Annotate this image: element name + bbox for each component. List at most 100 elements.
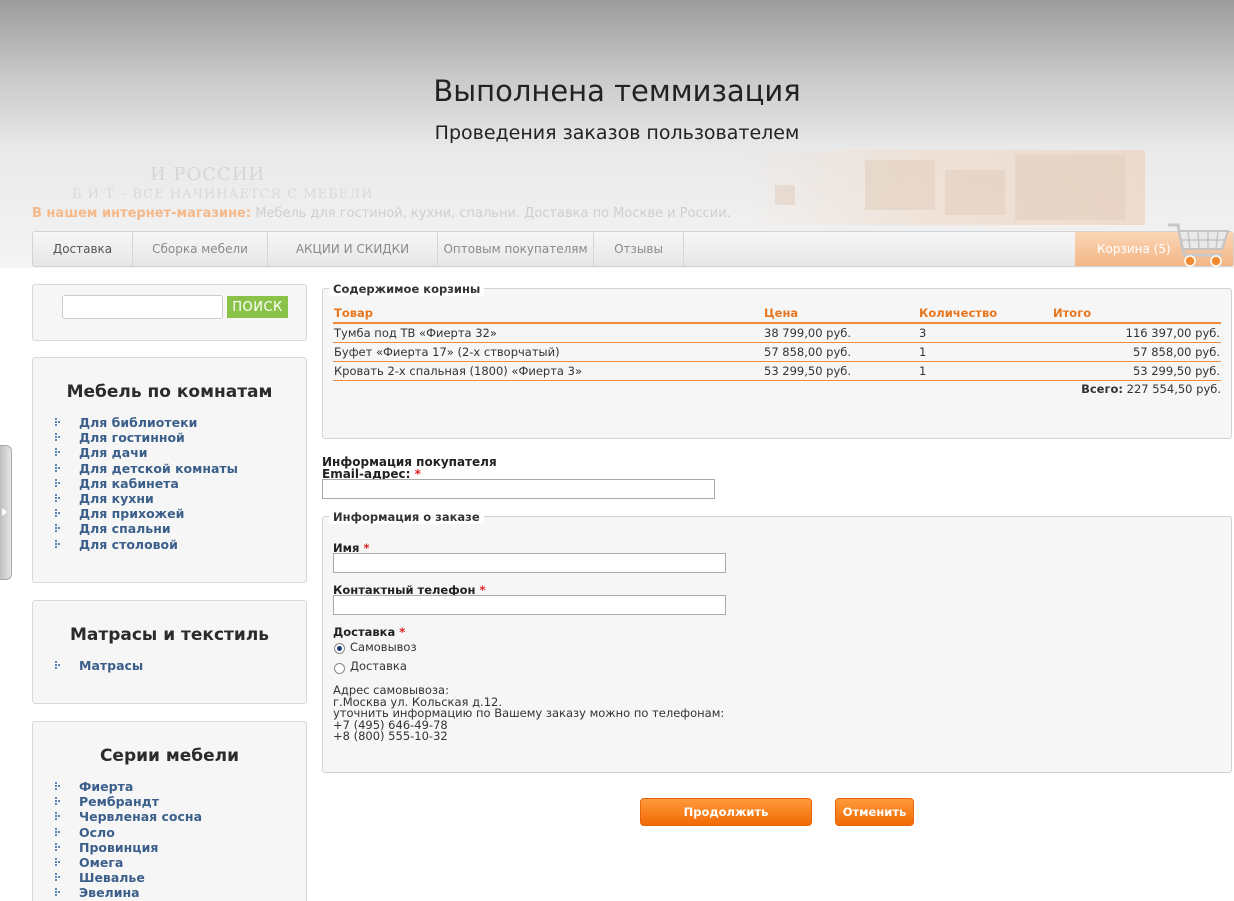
menu-item[interactable]: Для детской комнаты: [53, 461, 238, 476]
bullet-icon: [55, 782, 61, 791]
mattresses-menu-list: Матрасы: [53, 658, 143, 673]
menu-item[interactable]: Эвелина: [53, 885, 202, 900]
cart-total: Всего: 227 554,50 руб.: [1081, 382, 1221, 396]
menu-item-label[interactable]: Для детской комнаты: [79, 461, 238, 476]
tagline-text: Мебель для гостиной, кухни, спальни. Дос…: [251, 206, 731, 221]
menu-item-label[interactable]: Для кухни: [79, 491, 154, 506]
pickup-radio[interactable]: [334, 643, 345, 654]
menu-item-label[interactable]: Червленая сосна: [79, 809, 202, 824]
bullet-icon: [55, 797, 61, 806]
menu-item[interactable]: Для прихожей: [53, 506, 238, 521]
search-button[interactable]: ПОИСК: [227, 296, 288, 318]
series-menu-title: Серии мебели: [99, 746, 240, 766]
shop-tagline: В нашем интернет-магазине: Мебель для го…: [32, 206, 731, 221]
menu-item[interactable]: Осло: [53, 825, 202, 840]
menu-item-label[interactable]: Фиерта: [79, 779, 133, 794]
cart-price: 57 858,00 руб.: [763, 342, 918, 362]
col-product: Товар: [333, 304, 763, 324]
menu-item[interactable]: Матрасы: [53, 658, 143, 673]
cart-row: Тумба под ТВ «Фиерта 32» 38 799,00 руб. 3 1…: [333, 323, 1221, 343]
tagline-highlight: В нашем интернет-магазине:: [32, 206, 252, 221]
rooms-menu-title: Мебель по комнатам: [66, 382, 273, 402]
nav-reviews[interactable]: Отзывы: [594, 232, 684, 266]
menu-item-label[interactable]: Матрасы: [79, 658, 143, 673]
required-mark: *: [399, 625, 406, 639]
menu-item-label[interactable]: Для прихожей: [79, 506, 184, 521]
nav-wholesale[interactable]: Оптовым покупателям: [438, 232, 594, 266]
menu-item-label[interactable]: Эвелина: [79, 885, 140, 900]
page-subtitle: Проведения заказов пользователем: [434, 122, 800, 144]
menu-item[interactable]: Для спальни: [53, 521, 238, 536]
email-field[interactable]: [322, 479, 715, 499]
rooms-menu-list: Для библиотеки Для гостинной Для дачи Для д…: [53, 415, 238, 552]
cart-quantity: 1: [918, 342, 1052, 362]
menu-item[interactable]: Омега: [53, 855, 202, 870]
menu-item[interactable]: Фиерта: [53, 779, 202, 794]
continue-button[interactable]: Продолжить оформление: [640, 798, 812, 845]
bullet-icon: [55, 448, 61, 457]
bullet-icon: [55, 418, 61, 427]
menu-item[interactable]: Для библиотеки: [53, 415, 238, 430]
shopping-cart-icon[interactable]: [1166, 217, 1232, 269]
menu-item[interactable]: Для кабинета: [53, 476, 238, 491]
menu-item[interactable]: Рембрандт: [53, 794, 202, 809]
menu-item-label[interactable]: Шевалье: [79, 870, 145, 885]
menu-item[interactable]: Для дачи: [53, 445, 238, 460]
cart-price: 53 299,50 руб.: [763, 361, 918, 381]
nav-assembly[interactable]: Сборка мебели: [133, 232, 268, 266]
col-price: Цена: [763, 304, 918, 324]
site-header: И РОССИИ Б И Т – ВСЕ НАЧИНАЕТСЯ С МЕБЕЛИ…: [0, 0, 1234, 268]
nav-delivery[interactable]: Доставка: [33, 232, 133, 266]
menu-item-label[interactable]: Омега: [79, 855, 123, 870]
bullet-icon: [55, 812, 61, 821]
mattresses-menu-title: Матрасы и текстиль: [69, 625, 270, 645]
bullet-icon: [55, 524, 61, 533]
menu-item[interactable]: Червленая сосна: [53, 809, 202, 824]
cart-line-total: 53 299,50 руб.: [1052, 361, 1221, 381]
bullet-icon: [55, 493, 61, 503]
menu-item-label[interactable]: Рембрандт: [79, 794, 159, 809]
bullet-icon: [55, 827, 61, 837]
menu-item-label[interactable]: Для кабинета: [79, 476, 179, 491]
cart-total-label: Всего:: [1081, 382, 1123, 396]
cart-product[interactable]: Буфет «Фиерта 17» (2-х створчатый): [333, 342, 763, 362]
col-quantity: Количество: [918, 304, 1052, 324]
address-line: +8 (800) 555-10-32: [333, 729, 448, 743]
menu-item-label[interactable]: Для библиотеки: [79, 415, 197, 430]
bullet-icon: [55, 842, 61, 852]
pickup-radio-label[interactable]: Самовывоз: [350, 640, 417, 654]
menu-item-label[interactable]: Для столовой: [79, 537, 178, 552]
search-input[interactable]: [62, 295, 223, 319]
cart-product[interactable]: Кровать 2-х спальная (1800) «Фиерта 3»: [333, 361, 763, 381]
mattresses-menu-box: Матрасы и текстиль Матрасы: [32, 600, 307, 704]
cart-row: Буфет «Фиерта 17» (2-х створчатый) 57 858…: [333, 342, 1221, 362]
cart-product[interactable]: Тумба под ТВ «Фиерта 32»: [333, 323, 763, 343]
side-panel-toggle[interactable]: [0, 445, 12, 580]
delivery-radio[interactable]: [334, 663, 345, 674]
cancel-button[interactable]: Отменить: [835, 798, 914, 826]
cart-quantity: 3: [918, 323, 1052, 343]
nav-promotions[interactable]: АКЦИИ И СКИДКИ: [268, 232, 438, 266]
cart-row: Кровать 2-х спальная (1800) «Фиерта 3» 53…: [333, 361, 1221, 381]
header-logo-tagline: Б И Т – ВСЕ НАЧИНАЕТСЯ С МЕБЕЛИ: [72, 187, 374, 202]
menu-item-label[interactable]: Для гостинной: [79, 430, 185, 445]
menu-item-label[interactable]: Осло: [79, 825, 115, 840]
menu-item[interactable]: Для гостинной: [53, 430, 238, 445]
menu-item-label[interactable]: Для спальни: [79, 521, 171, 536]
bullet-icon: [55, 873, 61, 882]
menu-item[interactable]: Провинция: [53, 840, 202, 855]
phone-field[interactable]: [333, 595, 726, 615]
bullet-icon: [55, 463, 61, 473]
menu-item[interactable]: Для кухни: [53, 491, 238, 506]
cart-contents: Содержимое корзины Товар Цена Количество…: [322, 282, 1232, 439]
menu-item-label[interactable]: Для дачи: [79, 445, 148, 460]
menu-item-label[interactable]: Провинция: [79, 840, 158, 855]
cart-line-total: 116 397,00 руб.: [1052, 323, 1221, 343]
bullet-icon: [55, 857, 61, 867]
rooms-menu-box: Мебель по комнатам Для библиотеки Для гос…: [32, 357, 307, 583]
menu-item[interactable]: Для столовой: [53, 537, 238, 552]
delivery-radio-label[interactable]: Доставка: [350, 659, 407, 673]
menu-item[interactable]: Шевалье: [53, 870, 202, 885]
name-field[interactable]: [333, 553, 726, 573]
cart-legend: Содержимое корзины: [329, 282, 485, 296]
